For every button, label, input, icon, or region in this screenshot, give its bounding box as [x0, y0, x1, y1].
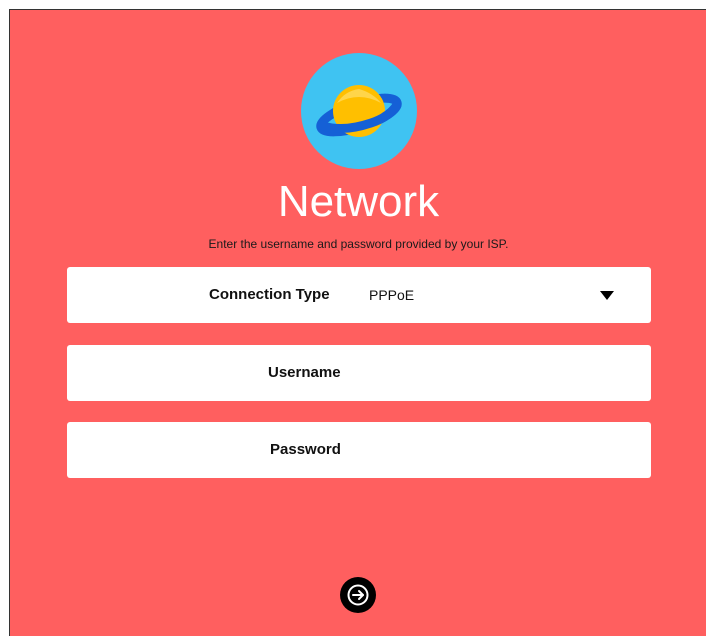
next-button[interactable]	[340, 577, 376, 613]
connection-type-value: PPPoE	[369, 287, 415, 303]
password-field[interactable]: Password	[67, 422, 651, 478]
username-label: Username	[268, 364, 341, 381]
connection-type-label: Connection Type	[209, 286, 330, 303]
arrow-right-icon	[347, 584, 369, 606]
page-subtitle: Enter the username and password provided…	[208, 237, 509, 251]
network-setup-panel: Network Enter the username and password …	[9, 9, 706, 636]
connection-type-select[interactable]: Connection Type PPPoE	[67, 267, 651, 323]
page-title: Network	[277, 177, 440, 226]
caret-down-icon[interactable]	[600, 291, 614, 300]
planet-icon	[301, 53, 417, 169]
username-field[interactable]: Username	[67, 345, 651, 401]
password-label: Password	[270, 441, 341, 458]
